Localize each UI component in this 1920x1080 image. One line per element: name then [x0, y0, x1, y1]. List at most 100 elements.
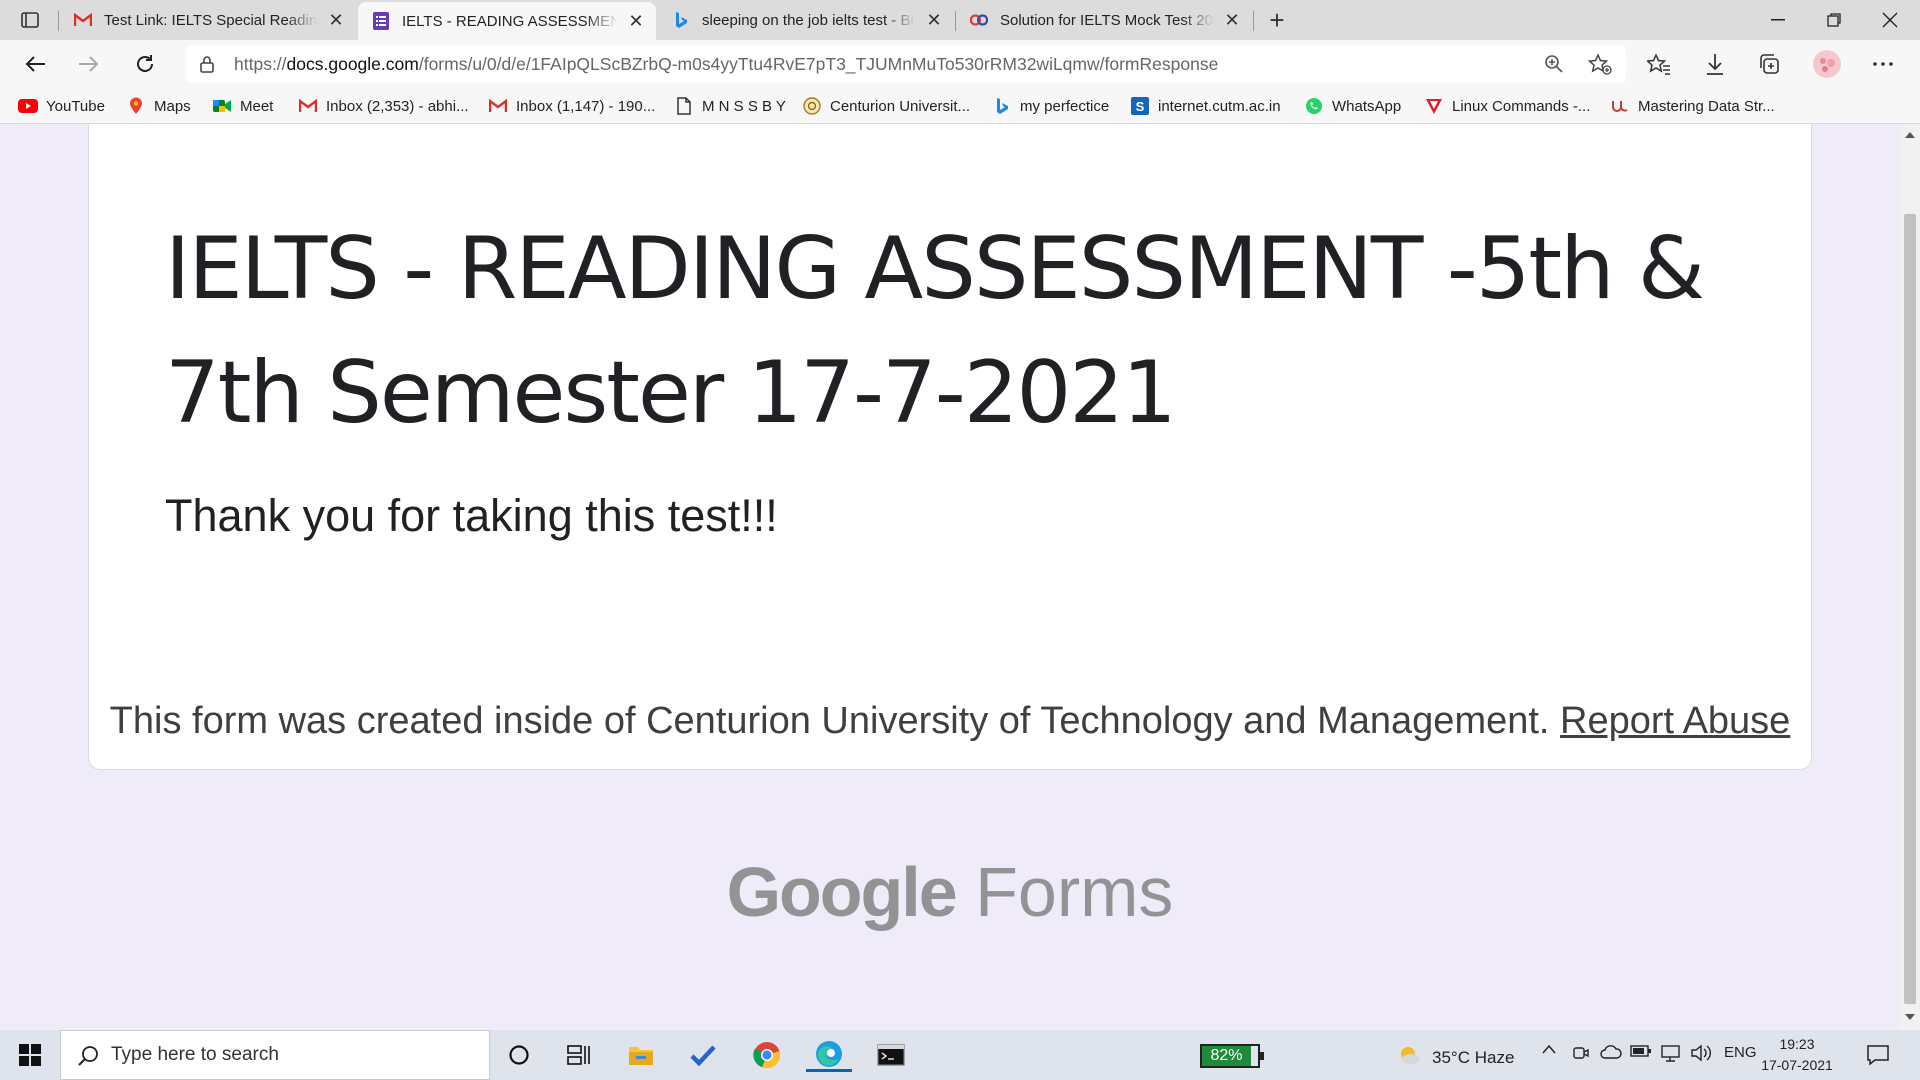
battery-indicator[interactable]: 82% [1200, 1044, 1264, 1068]
taskbar-search[interactable]: Type here to search [60, 1030, 490, 1080]
confirmation-message: Thank you for taking this test!!! [165, 490, 778, 541]
tab-title: sleeping on the job ielts test - Bi [702, 11, 914, 29]
bing-icon [672, 11, 690, 29]
battery-percent: 82% [1202, 1046, 1251, 1066]
minimize-button[interactable] [1750, 0, 1806, 40]
more-options-icon[interactable] [1866, 48, 1900, 80]
bookmark-meet[interactable]: Meet [212, 95, 273, 117]
onedrive-icon[interactable] [1600, 1044, 1622, 1060]
ielts-site-icon [970, 11, 988, 29]
bookmark-internet-cutm[interactable]: S internet.cutm.ac.in [1130, 95, 1281, 117]
tab-ielts-solution[interactable]: Solution for IELTS Mock Test 202 ✕ [956, 0, 1252, 40]
downloads-icon[interactable] [1698, 48, 1732, 80]
lock-icon[interactable] [200, 55, 214, 78]
close-icon[interactable]: ✕ [924, 10, 944, 30]
s-icon: S [1130, 97, 1150, 115]
volume-icon[interactable] [1690, 1044, 1712, 1062]
tab-google-forms[interactable]: IELTS - READING ASSESSMENT - 5 ✕ [358, 2, 656, 40]
terminal-icon[interactable] [868, 1038, 914, 1072]
language-indicator[interactable]: ENG [1724, 1044, 1757, 1061]
bookmarks-bar: YouTube Maps Meet Inbox (2,353) - abhi..… [0, 88, 1920, 124]
tab-title: IELTS - READING ASSESSMENT - 5 [402, 12, 618, 30]
navigation-bar: https://docs.google.com/forms/u/0/d/e/1F… [0, 40, 1920, 88]
bookmark-linux-commands[interactable]: Linux Commands -... [1424, 95, 1590, 117]
forward-button[interactable] [72, 48, 106, 80]
refresh-button[interactable] [128, 48, 162, 80]
tab-title: Solution for IELTS Mock Test 202 [1000, 11, 1214, 29]
windows-start-icon[interactable] [10, 1040, 50, 1070]
university-icon [802, 97, 822, 115]
restore-button[interactable] [1806, 0, 1862, 40]
close-window-button[interactable] [1862, 0, 1918, 40]
gmail-icon [298, 97, 318, 115]
notification-center-icon[interactable] [1866, 1044, 1890, 1071]
scroll-down-arrow[interactable] [1905, 1014, 1915, 1020]
address-bar[interactable]: https://docs.google.com/forms/u/0/d/e/1F… [186, 45, 1626, 83]
battery-tray-icon[interactable] [1630, 1044, 1652, 1058]
report-abuse-link[interactable]: Report Abuse [1560, 700, 1790, 742]
add-favorite-icon[interactable] [1588, 53, 1612, 75]
bookmark-inbox-abhi[interactable]: Inbox (2,353) - abhi... [298, 95, 469, 117]
close-icon[interactable]: ✕ [1222, 10, 1242, 30]
linux-icon [1424, 97, 1444, 115]
bookmark-inbox-190[interactable]: Inbox (1,147) - 190... [488, 95, 655, 117]
network-icon[interactable] [1660, 1044, 1682, 1064]
new-tab-button[interactable]: + [1262, 5, 1292, 35]
tab-separator [58, 11, 59, 31]
page-viewport: IELTS - READING ASSESSMENT -5th & 7th Se… [0, 124, 1900, 1030]
scroll-up-arrow[interactable] [1905, 132, 1915, 138]
windows-taskbar: Type here to search 82% 35°C Haze ENG 19… [0, 1030, 1920, 1080]
tab-gmail[interactable]: Test Link: IELTS Special Reading T ✕ [60, 0, 356, 40]
tab-separator [1253, 11, 1254, 31]
whatsapp-icon [1304, 97, 1324, 115]
profile-avatar[interactable] [1810, 48, 1844, 80]
bookmark-whatsapp[interactable]: WhatsApp [1304, 95, 1401, 117]
cortana-icon[interactable] [496, 1038, 542, 1072]
form-title: IELTS - READING ASSESSMENT -5th & 7th Se… [165, 219, 1705, 443]
search-icon [77, 1045, 99, 1072]
google-forms-logo[interactable]: Google Forms [0, 852, 1900, 932]
bookmark-mastering-data[interactable]: Mastering Data Str... [1610, 95, 1775, 117]
url-text[interactable]: https://docs.google.com/forms/u/0/d/e/1F… [234, 54, 1218, 75]
tab-actions-icon[interactable] [14, 8, 46, 32]
tab-bing[interactable]: sleeping on the job ielts test - Bi ✕ [658, 0, 954, 40]
google-wordmark: Google [726, 853, 958, 931]
zoom-icon[interactable] [1542, 53, 1566, 75]
bookmark-maps[interactable]: Maps [126, 95, 191, 117]
collections-icon[interactable] [1752, 48, 1786, 80]
todo-icon[interactable] [680, 1038, 726, 1072]
vertical-scrollbar[interactable] [1900, 124, 1920, 1030]
weather-widget[interactable]: 35°C Haze [1396, 1044, 1514, 1071]
tab-title: Test Link: IELTS Special Reading T [104, 11, 318, 29]
close-icon[interactable]: ✕ [326, 10, 346, 30]
show-hidden-icons[interactable] [1542, 1044, 1556, 1054]
close-icon[interactable]: ✕ [626, 11, 646, 31]
scrollbar-thumb[interactable] [1904, 214, 1916, 1004]
bing-icon [992, 97, 1012, 115]
chrome-icon[interactable] [744, 1038, 790, 1072]
youtube-icon [18, 97, 38, 115]
weather-text: 35°C Haze [1432, 1047, 1515, 1067]
task-view-icon[interactable] [556, 1038, 602, 1072]
clock-date: 17-07-2021 [1761, 1057, 1833, 1073]
meet-now-icon[interactable] [1572, 1044, 1590, 1062]
favorites-icon[interactable] [1642, 48, 1676, 80]
form-card: IELTS - READING ASSESSMENT -5th & 7th Se… [88, 124, 1812, 770]
udemy-icon [1610, 97, 1630, 115]
edge-icon[interactable] [806, 1038, 852, 1072]
system-clock[interactable]: 19:23 17-07-2021 [1760, 1034, 1834, 1076]
form-footer: This form was created inside of Centurio… [88, 698, 1812, 744]
bookmark-centurion[interactable]: Centurion Universit... [802, 95, 970, 117]
maps-icon [126, 97, 146, 115]
file-explorer-icon[interactable] [618, 1038, 664, 1072]
forms-wordmark: Forms [975, 853, 1174, 931]
bookmark-my-perfectice[interactable]: my perfectice [992, 95, 1109, 117]
search-placeholder: Type here to search [111, 1044, 279, 1065]
bookmark-youtube[interactable]: YouTube [18, 95, 105, 117]
bookmark-mnssby[interactable]: M N S S B Y [674, 95, 786, 117]
gmail-icon [74, 11, 92, 29]
back-button[interactable] [18, 48, 52, 80]
tab-strip: Test Link: IELTS Special Reading T ✕ IEL… [0, 0, 1920, 40]
clock-time: 19:23 [1779, 1036, 1815, 1052]
svg-text:S: S [1136, 99, 1145, 114]
